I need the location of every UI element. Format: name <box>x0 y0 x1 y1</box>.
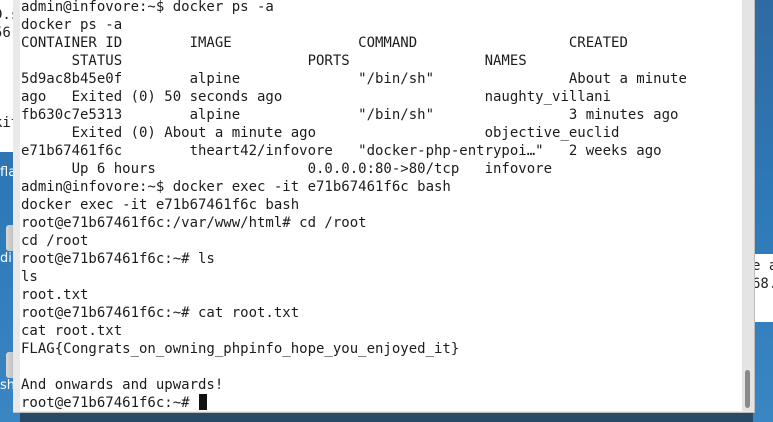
background-text: e a <box>754 258 773 274</box>
terminal-line: 5d9ac8b45e0f alpine "/bin/sh" About a mi… <box>21 71 687 87</box>
terminal-window[interactable]: admin@infovore:~$ docker ps -a docker ps… <box>13 0 755 413</box>
terminal-line: Exited (0) About a minute ago objective_… <box>21 125 620 141</box>
terminal-line: ls <box>21 269 38 285</box>
text-cursor <box>199 394 208 410</box>
background-text: 68. <box>754 276 773 292</box>
terminal-line: e71b67461f6c theart42/infovore "docker-p… <box>21 143 662 159</box>
terminal-line: admin@infovore:~$ docker ps -a <box>21 0 274 15</box>
terminal-line: admin@infovore:~$ docker exec -it e71b67… <box>21 179 451 195</box>
terminal-output[interactable]: admin@infovore:~$ docker ps -a docker ps… <box>20 0 742 411</box>
terminal-line: root@e71b67461f6c:~# cat root.txt <box>21 305 300 321</box>
background-window-right[interactable]: e a 68. <box>754 254 773 322</box>
terminal-line: Up 6 hours 0.0.0.0:80->80/tcp infovore <box>21 161 553 177</box>
terminal-line: cd /root <box>21 233 89 249</box>
desktop: D.s 56 kit fla dir sh e a 68. admin@info… <box>0 0 773 422</box>
window-shadow <box>20 412 753 422</box>
terminal-line: STATUS PORTS NAMES <box>21 53 527 69</box>
terminal-text: admin@infovore:~$ docker ps -a docker ps… <box>21 0 687 411</box>
terminal-line: docker ps -a <box>21 17 123 33</box>
terminal-line: root.txt <box>21 287 89 303</box>
terminal-line: root@e71b67461f6c:~# ls <box>21 251 215 267</box>
terminal-prompt-line[interactable]: root@e71b67461f6c:~# <box>21 394 687 411</box>
scrollbar-thumb[interactable] <box>745 370 750 408</box>
terminal-line: CONTAINER ID IMAGE COMMAND CREATED <box>21 35 628 51</box>
terminal-scrollbar[interactable] <box>742 0 754 411</box>
terminal-line: And onwards and upwards! <box>21 377 224 393</box>
terminal-line: ago Exited (0) 50 seconds ago naughty_vi… <box>21 89 612 105</box>
shell-prompt: root@e71b67461f6c:~# <box>21 395 199 411</box>
background-text: 56 <box>0 25 11 41</box>
terminal-line: root@e71b67461f6c:/var/www/html# cd /roo… <box>21 215 367 231</box>
terminal-line: docker exec -it e71b67461f6c bash <box>21 197 300 213</box>
terminal-line: FLAG{Congrats_on_owning_phpinfo_hope_you… <box>21 341 460 357</box>
terminal-line: fb630c7e5313 alpine "/bin/sh" 3 minutes … <box>21 107 679 123</box>
terminal-line: cat root.txt <box>21 323 123 339</box>
